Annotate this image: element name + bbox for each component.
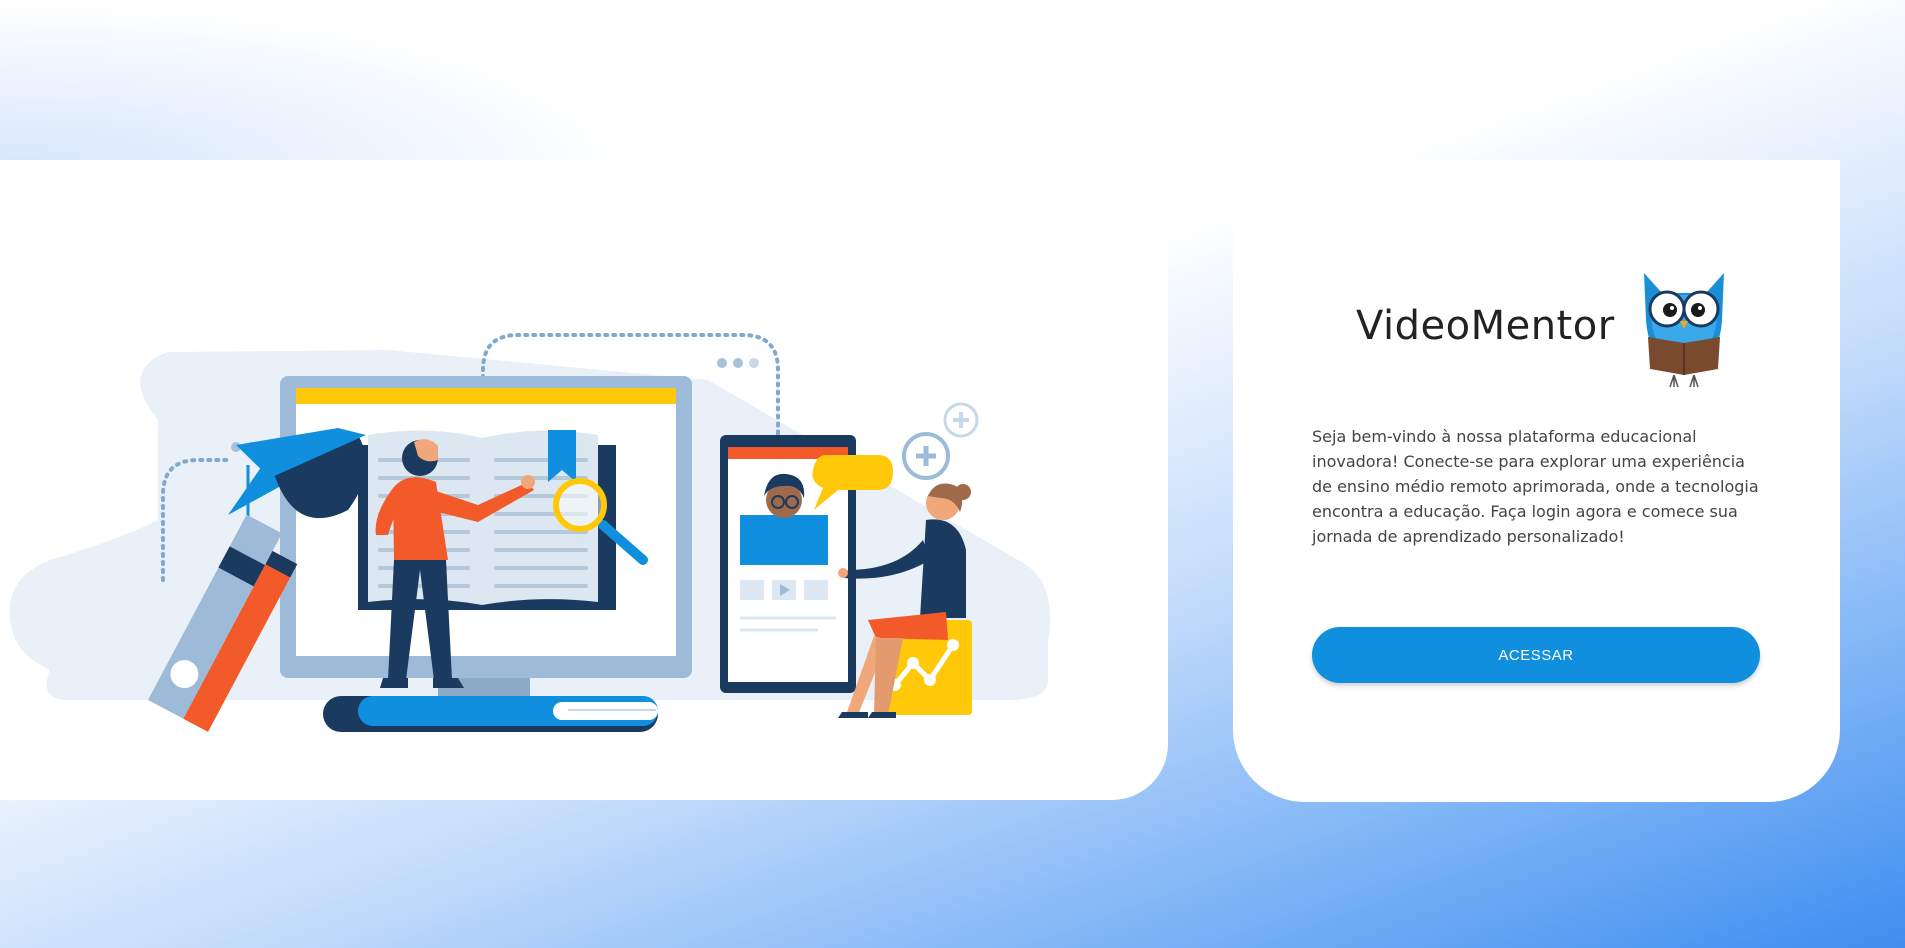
- access-button[interactable]: ACESSAR: [1312, 627, 1760, 683]
- online-education-illustration: [9, 333, 1051, 732]
- brand-title: VideoMentor: [1356, 303, 1615, 349]
- brand-header: VideoMentor: [1356, 265, 1756, 388]
- hero-card: [0, 160, 1168, 800]
- owl-reading-book-icon: [1644, 273, 1724, 388]
- background-decoration: [0, 0, 640, 170]
- login-card: VideoMentor Seja bem-vindo à nossa plata…: [1233, 160, 1840, 802]
- welcome-text: Seja bem-vindo à nossa plataforma educac…: [1312, 427, 1759, 546]
